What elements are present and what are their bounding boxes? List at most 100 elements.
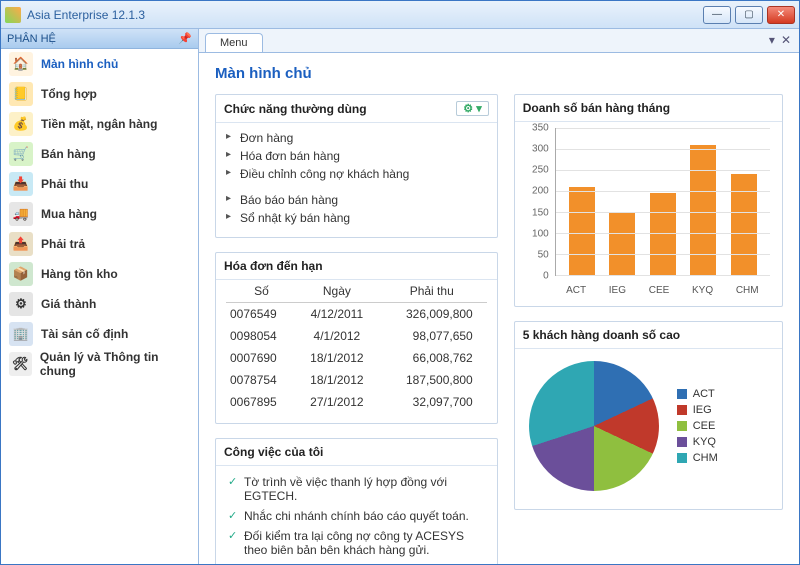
x-cat: IEG: [609, 285, 626, 296]
panel-tasks: Công việc của tôi Tờ trình về việc thanh…: [215, 438, 498, 564]
sidebar-item-label: Tiền mặt, ngân hàng: [41, 117, 157, 131]
frequent-link[interactable]: Điều chỉnh công nợ khách hàng: [240, 167, 409, 181]
tab-dropdown-icon[interactable]: ▾: [769, 33, 775, 47]
cash-icon: 💰: [9, 112, 33, 136]
minimize-button[interactable]: —: [703, 6, 731, 24]
legend-label: ACT: [693, 388, 715, 400]
y-tick: 50: [538, 249, 549, 260]
frequent-link[interactable]: Báo báo bán hàng: [240, 193, 338, 207]
panel-topcust-title: 5 khách hàng doanh số cao: [523, 328, 680, 342]
panel-top-customers: 5 khách hàng doanh số cao ACT IEG CEE KYQ CH…: [514, 321, 783, 510]
table-row[interactable]: 007875418/1/2012187,500,800: [226, 369, 487, 391]
x-cat: KYQ: [692, 285, 713, 296]
bar-CHM: [731, 174, 757, 275]
panel-due-title: Hóa đơn đến hạn: [224, 259, 323, 273]
pin-icon[interactable]: 📌: [178, 32, 192, 45]
sidebar-item-label: Màn hình chủ: [41, 57, 118, 71]
table-row[interactable]: 000769018/1/201266,008,762: [226, 347, 487, 369]
sidebar-item-label: Tổng hợp: [41, 87, 97, 101]
task-item[interactable]: Đối kiểm tra lại công nợ công ty ACESYS …: [226, 526, 487, 560]
pie-wrap: ACT IEG CEE KYQ CHM: [525, 355, 772, 499]
page-title: Màn hình chủ: [215, 65, 783, 82]
sidebar-item-3[interactable]: 🛒 Bán hàng: [1, 139, 198, 169]
purchase-icon: 🚚: [9, 202, 33, 226]
window-controls: — ▢ ✕: [699, 6, 795, 24]
summary-icon: 📒: [9, 82, 33, 106]
legend-label: IEG: [693, 404, 712, 416]
sidebar-item-8[interactable]: ⚙Giá thành: [1, 289, 198, 319]
sidebar-item-2[interactable]: 💰 Tiền mặt, ngân hàng: [1, 109, 198, 139]
sales-icon: 🛒: [9, 142, 33, 166]
bar-CEE: [650, 193, 676, 275]
frequent-item[interactable]: Đơn hàng: [226, 129, 487, 147]
sidebar-title: PHÂN HỆ: [7, 33, 56, 45]
sidebar-item-label: Phải trả: [41, 237, 85, 251]
task-item[interactable]: Tờ trình về việc thanh lý hợp đồng với E…: [226, 472, 487, 506]
due-invoices-table: Số Ngày Phải thu 00765494/12/2011326,009…: [226, 280, 487, 413]
app-title: Asia Enterprise 12.1.3: [27, 8, 699, 22]
frequent-link[interactable]: Hóa đơn bán hàng: [240, 149, 340, 163]
table-row[interactable]: 006789527/1/201232,097,700: [226, 391, 487, 413]
task-item[interactable]: Nhắc chi nhánh chính báo cáo quyết toán.: [226, 506, 487, 526]
legend-item: CEE: [677, 418, 718, 434]
sidebar-item-label: Bán hàng: [41, 147, 96, 161]
frequent-list: Đơn hàng Hóa đơn bán hàng Điều chỉnh công …: [226, 129, 487, 227]
sidebar-header: PHÂN HỆ 📌: [1, 29, 198, 49]
legend-swatch: [677, 389, 687, 399]
frequent-link[interactable]: Sổ nhật ký bán hàng: [240, 211, 350, 225]
panel-frequent-title: Chức năng thường dùng: [224, 102, 367, 116]
receivable-icon: 📥: [9, 172, 33, 196]
legend-item: CHM: [677, 450, 718, 466]
y-tick: 150: [532, 207, 549, 218]
frequent-item[interactable]: Sổ nhật ký bán hàng: [226, 209, 487, 227]
column-left: Chức năng thường dùng ⚙ ▾ Đơn hàng Hóa đơ…: [215, 94, 498, 564]
tab-actions: ▾ ✕: [769, 33, 791, 47]
gear-icon[interactable]: ⚙ ▾: [456, 101, 488, 116]
table-row[interactable]: 00765494/12/2011326,009,800: [226, 303, 487, 326]
column-right: Doanh số bán hàng tháng 0501001502002503…: [514, 94, 783, 564]
sidebar-item-label: Mua hàng: [41, 207, 97, 221]
sidebar-item-4[interactable]: 📥Phải thu: [1, 169, 198, 199]
sidebar-item-label: Quản lý và Thông tin chung: [40, 350, 190, 378]
frequent-link[interactable]: Đơn hàng: [240, 131, 293, 145]
sidebar-item-9[interactable]: 🏢Tài sản cố định: [1, 319, 198, 349]
col-phaithu: Phải thu: [377, 280, 487, 303]
page: Màn hình chủ Chức năng thường dùng ⚙ ▾ Đ…: [199, 53, 799, 564]
legend-label: KYQ: [693, 436, 716, 448]
frequent-item[interactable]: Điều chỉnh công nợ khách hàng: [226, 165, 487, 183]
sidebar-item-7[interactable]: 📦Hàng tồn kho: [1, 259, 198, 289]
panel-frequent: Chức năng thường dùng ⚙ ▾ Đơn hàng Hóa đơ…: [215, 94, 498, 238]
app-icon: [5, 7, 21, 23]
panel-due-invoices: Hóa đơn đến hạn Số Ngày Phải thu 0076549…: [215, 252, 498, 424]
sidebar-item-10[interactable]: 🛠Quản lý và Thông tin chung: [1, 349, 198, 379]
titlebar: Asia Enterprise 12.1.3 — ▢ ✕: [1, 1, 799, 29]
panel-monthly-title: Doanh số bán hàng tháng: [523, 101, 670, 115]
maximize-button[interactable]: ▢: [735, 6, 763, 24]
x-cat: CEE: [649, 285, 670, 296]
sidebar-item-5[interactable]: 🚚 Mua hàng: [1, 199, 198, 229]
frequent-item[interactable]: Hóa đơn bán hàng: [226, 147, 487, 165]
close-button[interactable]: ✕: [767, 6, 795, 24]
sidebar-nav: 🏠 Màn hình chủ 📒 Tổng hợp 💰 Tiền mặt, ngân hà…: [1, 49, 198, 564]
y-tick: 100: [532, 228, 549, 239]
content-area: Menu ▾ ✕ Màn hình chủ Chức năng thường d…: [199, 29, 799, 564]
fixed-asset-icon: 🏢: [9, 322, 33, 346]
legend-item: ACT: [677, 386, 718, 402]
sidebar-item-0[interactable]: 🏠 Màn hình chủ: [1, 49, 198, 79]
sidebar-item-6[interactable]: 📤Phải trả: [1, 229, 198, 259]
tabbar: Menu ▾ ✕: [199, 29, 799, 53]
tab-close-icon[interactable]: ✕: [781, 33, 791, 47]
frequent-item[interactable]: Báo báo bán hàng: [226, 191, 487, 209]
table-row[interactable]: 00980544/1/201298,077,650: [226, 325, 487, 347]
home-icon: 🏠: [9, 52, 33, 76]
panel-monthly-sales: Doanh số bán hàng tháng 0501001502002503…: [514, 94, 783, 307]
col-ngay: Ngày: [297, 280, 377, 303]
bar-KYQ: [690, 145, 716, 275]
body: PHÂN HỆ 📌 🏠 Màn hình chủ 📒 Tổng hợp 💰 Tiền mặ…: [1, 29, 799, 564]
x-cat: ACT: [566, 285, 586, 296]
sidebar-item-label: Hàng tồn kho: [41, 267, 118, 281]
tab-menu[interactable]: Menu: [205, 33, 263, 52]
bar-IEG: [609, 212, 635, 275]
sidebar-item-1[interactable]: 📒 Tổng hợp: [1, 79, 198, 109]
y-tick: 250: [532, 165, 549, 176]
